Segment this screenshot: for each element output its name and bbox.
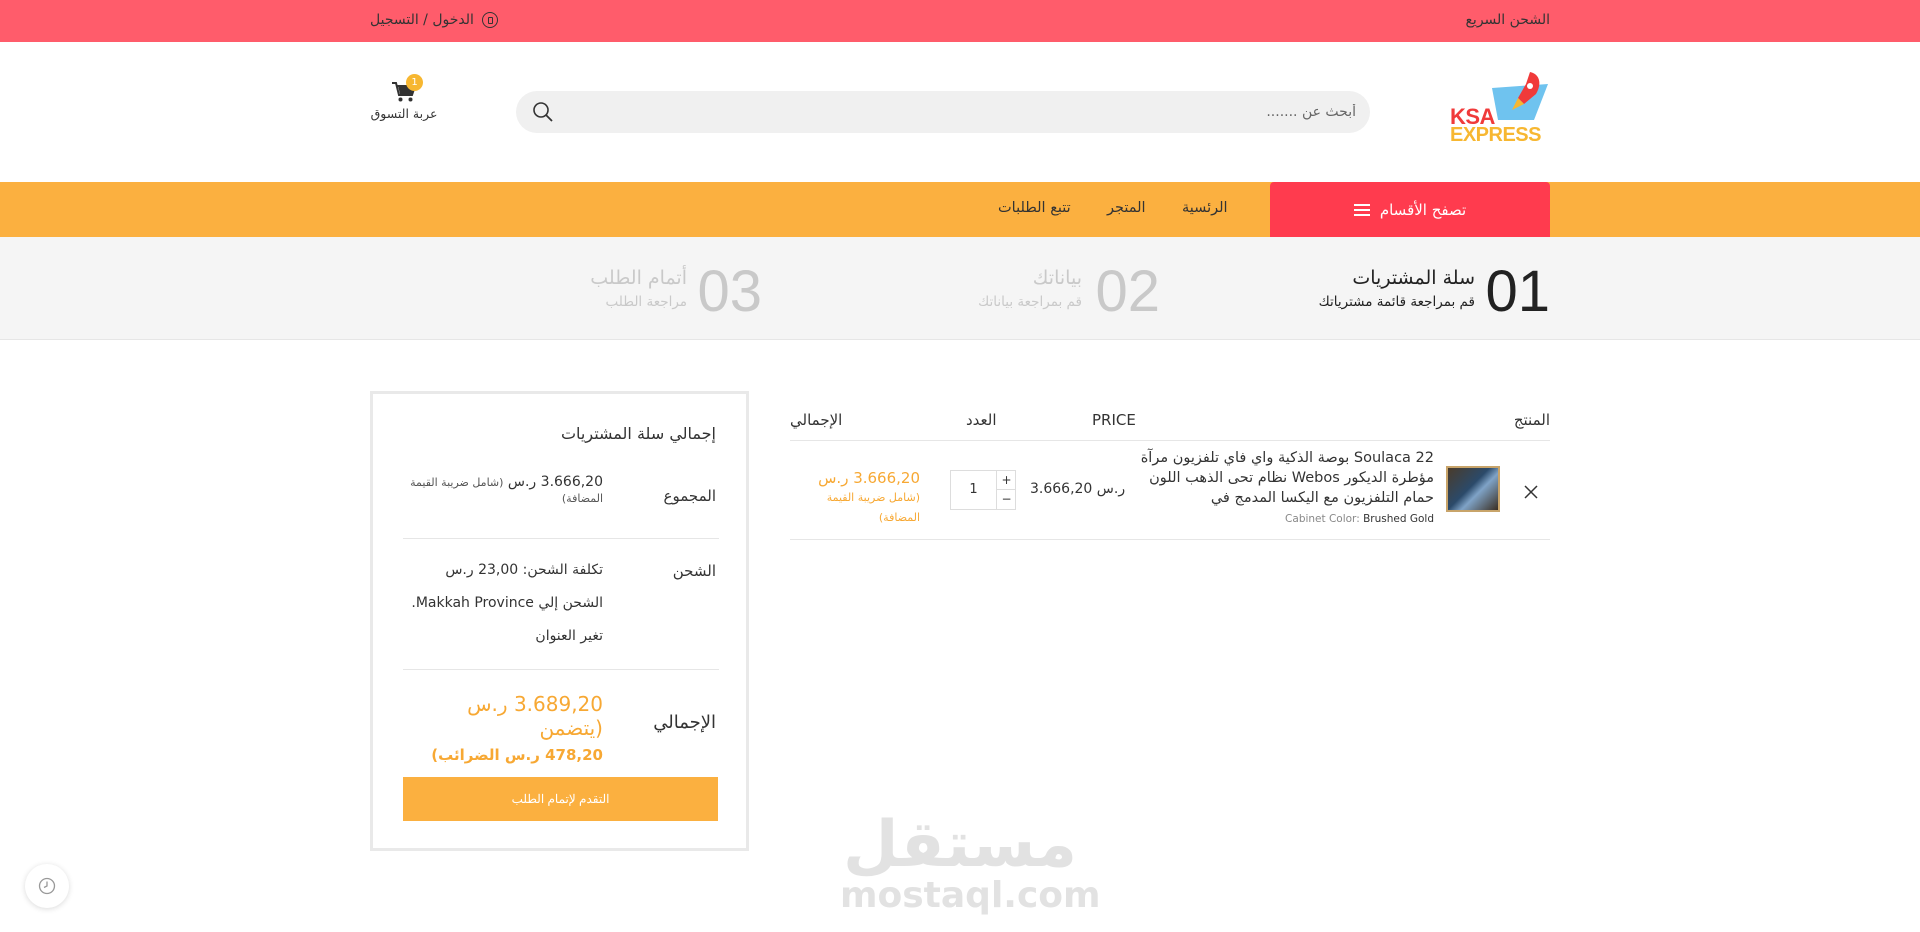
grand-total-tax: 478,20 ر.س الضرائب) [431, 746, 603, 764]
cart-count-badge: 1 [406, 74, 423, 91]
history-button[interactable] [25, 864, 69, 908]
main-nav-bar [0, 182, 1920, 237]
grand-total-label: الإجمالي [653, 712, 716, 733]
totals-divider [403, 669, 719, 670]
login-register-label: الدخول / التسجيل [370, 12, 474, 28]
nav-link-track-orders[interactable]: تتبع الطلبات [998, 200, 1071, 216]
line-total-tax-note: (شامل ضريبة القيمة المضافة) [826, 491, 920, 524]
clock-icon [38, 877, 56, 895]
cart-totals-title: إجمالي سلة المشتريات [560, 424, 716, 443]
browse-categories-label: تصفح الأقسام [1379, 200, 1467, 219]
step-number: 03 [697, 259, 762, 324]
step-title: بياناتك [1032, 267, 1082, 289]
table-row-divider [790, 539, 1550, 540]
quantity-increase-button[interactable]: + [996, 471, 1016, 490]
step-your-data: 02 بياناتك قم بمراجعة بياناتك [940, 262, 1160, 322]
product-variation: Cabinet Color: Brushed Gold [1285, 513, 1434, 525]
watermark-arabic: مستقل [842, 808, 1078, 882]
cart-button[interactable]: 1 عربة التسوق [370, 74, 440, 128]
step-cart: 01 سلة المشتريات قم بمراجعة قائمة مشتريا… [1300, 262, 1550, 322]
proceed-to-checkout-button[interactable]: التقدم لإتمام الطلب [403, 777, 718, 821]
nav-link-home[interactable]: الرئسية [1182, 200, 1228, 216]
subtotal-value: 3.666,20 ر.س (شامل ضريبة القيمة المضافة) [410, 474, 603, 505]
site-logo[interactable]: KSA EXPRESS [1448, 70, 1552, 150]
menu-icon [1353, 203, 1370, 216]
table-header-divider [790, 440, 1550, 441]
lock-icon [481, 12, 498, 28]
subtotal-label: المجموع [663, 487, 716, 505]
search-bar [516, 91, 1370, 133]
change-address-link[interactable]: تغير العنوان [403, 628, 603, 644]
search-input[interactable] [576, 91, 1356, 133]
remove-item-icon[interactable] [1523, 484, 1539, 500]
fast-shipping-label: الشحن السريع [1465, 12, 1550, 28]
step-subtitle: مراجعة الطلب [605, 294, 687, 310]
product-price: 3.666,20 ر.س [1030, 481, 1126, 497]
cart-totals-box: إجمالي سلة المشتريات المجموع 3.666,20 ر.… [370, 391, 749, 851]
mostaql-watermark: مستقل mostaql.com [840, 808, 1101, 916]
column-header-total: الإجمالي [790, 411, 843, 429]
browse-categories-button[interactable]: تصفح الأقسام [1270, 182, 1550, 237]
variation-value: Brushed Gold [1363, 513, 1434, 525]
step-subtitle: قم بمراجعة بياناتك [978, 294, 1082, 310]
logo-express-text: EXPRESS [1450, 124, 1541, 146]
watermark-latin: mostaql.com [840, 875, 1101, 916]
shipping-label: الشحن [672, 562, 716, 580]
step-number: 01 [1485, 259, 1550, 324]
grand-total-value: 3.689,20 ر.س (يتضمن [467, 692, 603, 740]
grand-total: 3.689,20 ر.س (يتضمن 478,20 ر.س الضرائب) [403, 692, 603, 764]
nav-link-shop[interactable]: المتجر [1107, 200, 1146, 216]
totals-divider [403, 538, 719, 539]
cart-label: عربة التسوق [370, 106, 438, 121]
step-title: أتمام الطلب [590, 267, 687, 289]
step-title: سلة المشتريات [1352, 267, 1475, 289]
step-complete-order: 03 أتمام الطلب مراجعة الطلب [560, 262, 765, 322]
variation-key: Cabinet Color [1285, 513, 1357, 525]
step-number: 02 [1095, 259, 1160, 324]
top-bar: الدخول / التسجيل الشحن السريع [0, 0, 1920, 42]
quantity-input[interactable]: 1 [951, 471, 996, 509]
column-header-quantity: العدد [966, 411, 997, 429]
product-name-link[interactable]: Soulaca 22 بوصة الذكية واي فاي تلفزيون م… [1130, 448, 1434, 508]
login-register-link[interactable]: الدخول / التسجيل [370, 12, 498, 28]
column-header-product: المنتج [1513, 411, 1550, 429]
quantity-stepper: 1 + − [950, 470, 1016, 510]
column-header-price: PRICE [1092, 411, 1136, 429]
shipping-destination: الشحن إلي Makkah Province. [411, 595, 603, 611]
step-subtitle: قم بمراجعة قائمة مشترياتك [1318, 294, 1475, 310]
product-thumbnail[interactable] [1446, 466, 1500, 512]
line-total: 3.666,20 ر.س (شامل ضريبة القيمة المضافة) [790, 469, 920, 527]
search-icon[interactable] [532, 101, 554, 123]
line-total-amount: 3.666,20 ر.س (شامل ضريبة القيمة المضافة) [818, 469, 920, 524]
quantity-decrease-button[interactable]: − [996, 490, 1016, 509]
shipping-cost: تكلفة الشحن: 23,00 ر.س [445, 562, 603, 578]
